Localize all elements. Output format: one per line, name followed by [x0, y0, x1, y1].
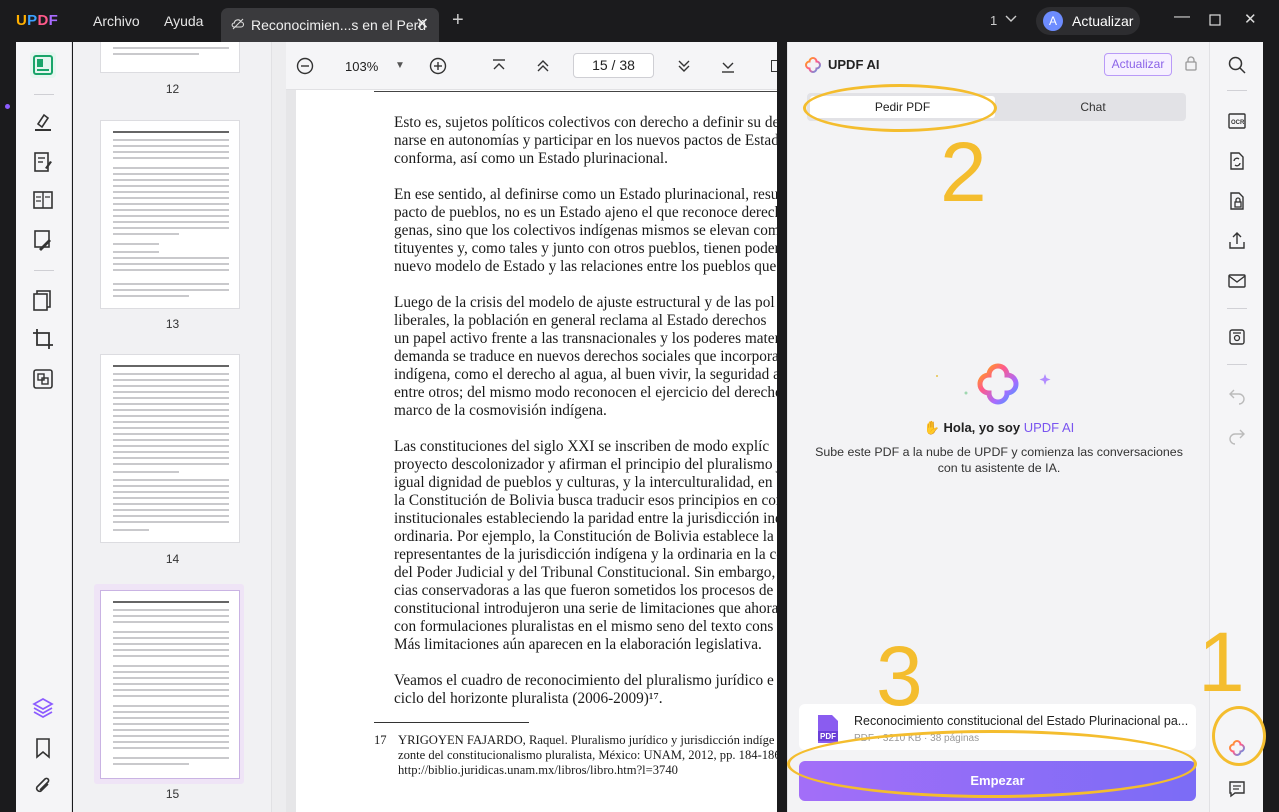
email-icon[interactable] — [1227, 271, 1247, 291]
zoom-dropdown-icon[interactable]: ▼ — [395, 60, 405, 71]
previous-page-icon[interactable] — [533, 56, 553, 76]
updf-logo: UPDF — [16, 12, 59, 29]
undo-icon[interactable] — [1227, 385, 1247, 405]
fill-sign-icon[interactable] — [31, 228, 55, 252]
ai-greeting: ✋ Hola, yo soy UPDF AI — [923, 420, 1075, 435]
updf-ai-logo-icon — [805, 56, 821, 73]
ai-upgrade-button[interactable]: Actualizar — [1104, 53, 1172, 76]
document-tab[interactable]: Reconocimien...s en el Perú ✕ — [221, 8, 439, 42]
ai-panel: UPDF AI Actualizar Pedir PDF Chat ✋ Hola… — [787, 42, 1209, 812]
left-toolbar — [5, 42, 72, 812]
reader-icon[interactable] — [31, 53, 55, 77]
paragraph-5: Veamos el cuadro de reconocimiento del p… — [394, 672, 774, 707]
minimize-icon[interactable]: — — [1174, 8, 1190, 26]
last-page-icon[interactable] — [718, 56, 738, 76]
thumbnail-number: 13 — [165, 317, 180, 331]
close-window-icon[interactable]: ✕ — [1244, 10, 1257, 28]
comment-icon[interactable] — [1227, 779, 1247, 799]
pdf-file-icon: PDF — [818, 715, 838, 743]
ai-panel-title: UPDF AI — [828, 57, 880, 72]
tab-chat[interactable]: Chat — [1003, 96, 1183, 118]
chevron-down-icon[interactable] — [1004, 11, 1018, 25]
footnote-rule — [374, 722, 529, 723]
upgrade-label: Actualizar — [1072, 13, 1134, 29]
page-number-input[interactable]: 15 / 38 — [573, 53, 654, 78]
attachment-icon[interactable] — [31, 776, 55, 800]
organize-pages-icon[interactable] — [31, 288, 55, 312]
thumbnail-page-15[interactable] — [100, 590, 240, 779]
zoom-in-icon[interactable] — [428, 56, 448, 76]
next-page-icon[interactable] — [674, 56, 694, 76]
first-page-icon[interactable] — [489, 56, 509, 76]
thumbnail-page-14[interactable] — [100, 354, 240, 543]
thumbnail-number: 15 — [165, 787, 180, 801]
protect-icon[interactable] — [1227, 191, 1247, 211]
annotation-number-3: 3 — [876, 629, 923, 723]
cloud-off-icon — [231, 18, 245, 30]
avatar: A — [1043, 11, 1063, 31]
close-tab-icon[interactable]: ✕ — [416, 14, 429, 34]
search-icon[interactable] — [1227, 55, 1247, 75]
paragraph-3: Luego de la crisis del modelo de ajuste … — [394, 294, 777, 419]
convert-icon[interactable] — [1227, 151, 1247, 171]
paragraph-2: En ese sentido, al definirse como un Est… — [394, 186, 777, 275]
lock-icon[interactable] — [1184, 55, 1198, 71]
notification-dot — [5, 104, 10, 109]
thumbnail-number: 12 — [165, 82, 180, 96]
upgrade-button[interactable]: A Actualizar — [1036, 7, 1140, 35]
crop-icon[interactable] — [31, 327, 55, 351]
thumbnail-panel: 12 13 14 15 — [73, 42, 272, 812]
tab-count[interactable]: 1 — [990, 13, 997, 28]
ocr-icon[interactable]: OCR — [1227, 111, 1247, 131]
window-edge — [1263, 42, 1279, 812]
thumbnail-page-13[interactable] — [100, 120, 240, 309]
redo-icon[interactable] — [1227, 425, 1247, 445]
thumbnail-number: 14 — [165, 552, 180, 566]
pdf-page: Esto es, sujetos políticos colectivos co… — [296, 90, 777, 812]
annotation-ring-start — [787, 730, 1197, 798]
menu-file[interactable]: Archivo — [93, 13, 140, 29]
bookmark-icon[interactable] — [31, 736, 55, 760]
menu-help[interactable]: Ayuda — [164, 13, 203, 29]
tab-title: Reconocimien...s en el Perú — [251, 17, 427, 33]
thumbnail-page-12[interactable] — [100, 42, 240, 73]
svg-text:PDF: PDF — [820, 732, 836, 741]
zoom-out-icon[interactable] — [295, 56, 315, 76]
edit-text-icon[interactable] — [31, 150, 55, 174]
add-tab-icon[interactable]: + — [452, 9, 464, 32]
toolbar-overflow-icon[interactable] — [771, 60, 777, 72]
save-icon[interactable] — [1227, 327, 1247, 347]
footnote-number: 17 — [374, 733, 387, 747]
viewer-toolbar: 103% ▼ 15 / 38 — [286, 42, 777, 90]
annotation-number-1: 1 — [1198, 615, 1245, 709]
document-viewer: 103% ▼ 15 / 38 Esto es, sujetos político… — [286, 42, 777, 812]
ai-mascot-icon — [936, 363, 1051, 405]
wave-hand-icon: ✋ — [923, 420, 940, 435]
title-bar: UPDF Archivo Ayuda Reconocimien...s en e… — [0, 0, 1279, 42]
zoom-level[interactable]: 103% — [345, 59, 378, 74]
maximize-icon[interactable] — [1209, 14, 1221, 26]
highlighter-icon[interactable] — [31, 110, 55, 134]
share-icon[interactable] — [1227, 231, 1247, 251]
tools-icon[interactable] — [31, 367, 55, 391]
layers-icon[interactable] — [31, 696, 55, 720]
paragraph-4: Las constituciones del siglo XXI se insc… — [394, 438, 777, 653]
annotation-number-2: 2 — [940, 125, 987, 219]
svg-text:OCR: OCR — [1231, 120, 1245, 126]
form-icon[interactable] — [31, 188, 55, 212]
paragraph-1: Esto es, sujetos políticos colectivos co… — [394, 114, 777, 167]
annotation-ring-ai-icon — [1212, 706, 1266, 766]
ai-description: Sube este PDF a la nube de UPDF y comien… — [815, 445, 1183, 475]
thumbnail-scrollbar[interactable] — [272, 42, 286, 812]
